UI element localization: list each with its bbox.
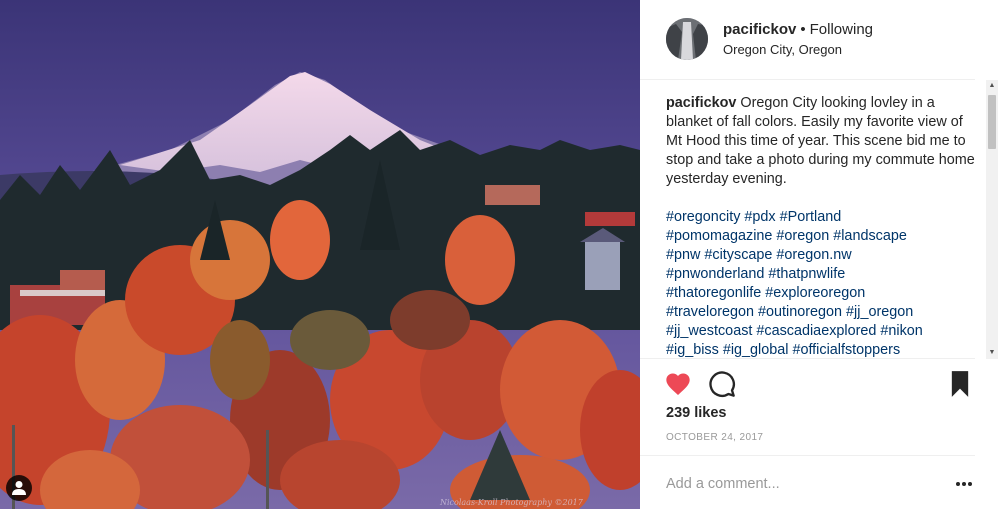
hashtag-link[interactable]: #pdx — [744, 209, 775, 225]
hashtag-link[interactable]: #ig_global — [723, 342, 789, 358]
bookmark-filled-icon[interactable] — [948, 370, 976, 398]
hashtag-link[interactable]: #pnw — [666, 247, 700, 263]
hashtag-link[interactable]: #oregoncity — [666, 209, 740, 225]
hashtag-line: #pnw #cityscape #oregon.nw — [666, 246, 976, 265]
location-link[interactable]: Oregon City, Oregon — [723, 42, 842, 57]
user-line: pacifickov • Following — [723, 21, 873, 38]
caption-scrollbar[interactable]: ▲ ▼ — [986, 80, 998, 359]
post-details-panel: pacifickov • Following Oregon City, Oregon… — [640, 0, 1000, 509]
hashtag-link[interactable]: #officialfstoppers — [792, 342, 900, 358]
mt-hood-fall-scene — [0, 0, 640, 509]
comment-bubble-icon[interactable] — [708, 370, 736, 398]
photo-watermark: Nicolaas-Kroll Photography ©2017 — [440, 498, 583, 507]
hashtag-link[interactable]: #outinoregon — [758, 304, 842, 320]
scroll-thumb[interactable] — [988, 95, 996, 149]
hashtag-line: #jj_westcoast #cascadiaexplored #nikon — [666, 322, 976, 341]
hashtag-line: #pnwonderland #thatpnwlife — [666, 265, 976, 284]
comment-section — [640, 455, 975, 509]
heart-filled-icon[interactable] — [664, 370, 692, 398]
hashtag-line: #thatoregonlife #exploreoregon — [666, 284, 976, 303]
separator-dot: • — [800, 21, 806, 38]
hashtag-link[interactable]: #Portland — [780, 209, 842, 225]
comment-input[interactable] — [666, 473, 936, 495]
hashtag-link[interactable]: #cityscape — [704, 247, 772, 263]
hashtag-link[interactable]: #jj_westcoast — [666, 323, 752, 339]
hashtag-link[interactable]: #thatpnwlife — [768, 266, 845, 282]
hashtag-link[interactable]: #oregon — [776, 228, 829, 244]
hashtag-link[interactable]: #ig_biss — [666, 342, 719, 358]
user-tag-icon[interactable] — [6, 475, 32, 501]
hashtag-link[interactable]: #cascadiaexplored — [756, 323, 876, 339]
post-date: OCTOBER 24, 2017 — [666, 432, 764, 443]
following-button[interactable]: Following — [810, 21, 873, 38]
hashtag-link[interactable]: #exploreoregon — [765, 285, 865, 301]
avatar[interactable] — [666, 18, 708, 60]
hashtag-line: #oregoncity #pdx #Portland — [666, 208, 976, 227]
scroll-down-arrow-icon[interactable]: ▼ — [986, 347, 998, 359]
hashtag-link[interactable]: #thatoregonlife — [666, 285, 761, 301]
hashtag-list: #oregoncity #pdx #Portland #pomomagazine … — [666, 208, 976, 358]
hashtag-line: #ig_biss #ig_global #officialfstoppers — [666, 341, 976, 358]
more-dots-icon[interactable] — [954, 474, 974, 494]
scroll-up-arrow-icon[interactable]: ▲ — [986, 80, 998, 92]
hashtag-link[interactable]: #pnwonderland — [666, 266, 764, 282]
hashtag-link[interactable]: #traveloregon — [666, 304, 754, 320]
hashtag-link[interactable]: #pomomagazine — [666, 228, 772, 244]
action-bar — [640, 358, 975, 408]
hashtag-line: #pomomagazine #oregon #landscape — [666, 227, 976, 246]
hashtag-line: #traveloregon #outinoregon #jj_oregon — [666, 303, 976, 322]
hashtag-link[interactable]: #oregon.nw — [776, 247, 851, 263]
post-photo[interactable]: Nicolaas-Kroll Photography ©2017 — [0, 0, 640, 509]
caption-username-link[interactable]: pacifickov — [666, 95, 736, 111]
username-link[interactable]: pacifickov — [723, 21, 796, 38]
post-header: pacifickov • Following Oregon City, Oregon — [640, 0, 975, 80]
likes-count[interactable]: 239 likes — [666, 405, 726, 421]
hashtag-link[interactable]: #landscape — [833, 228, 907, 244]
hashtag-link[interactable]: #nikon — [880, 323, 922, 339]
hashtag-link[interactable]: #jj_oregon — [846, 304, 913, 320]
caption: pacifickov Oregon City looking lovley in… — [666, 94, 976, 189]
caption-area: pacifickov Oregon City looking lovley in… — [666, 94, 976, 358]
